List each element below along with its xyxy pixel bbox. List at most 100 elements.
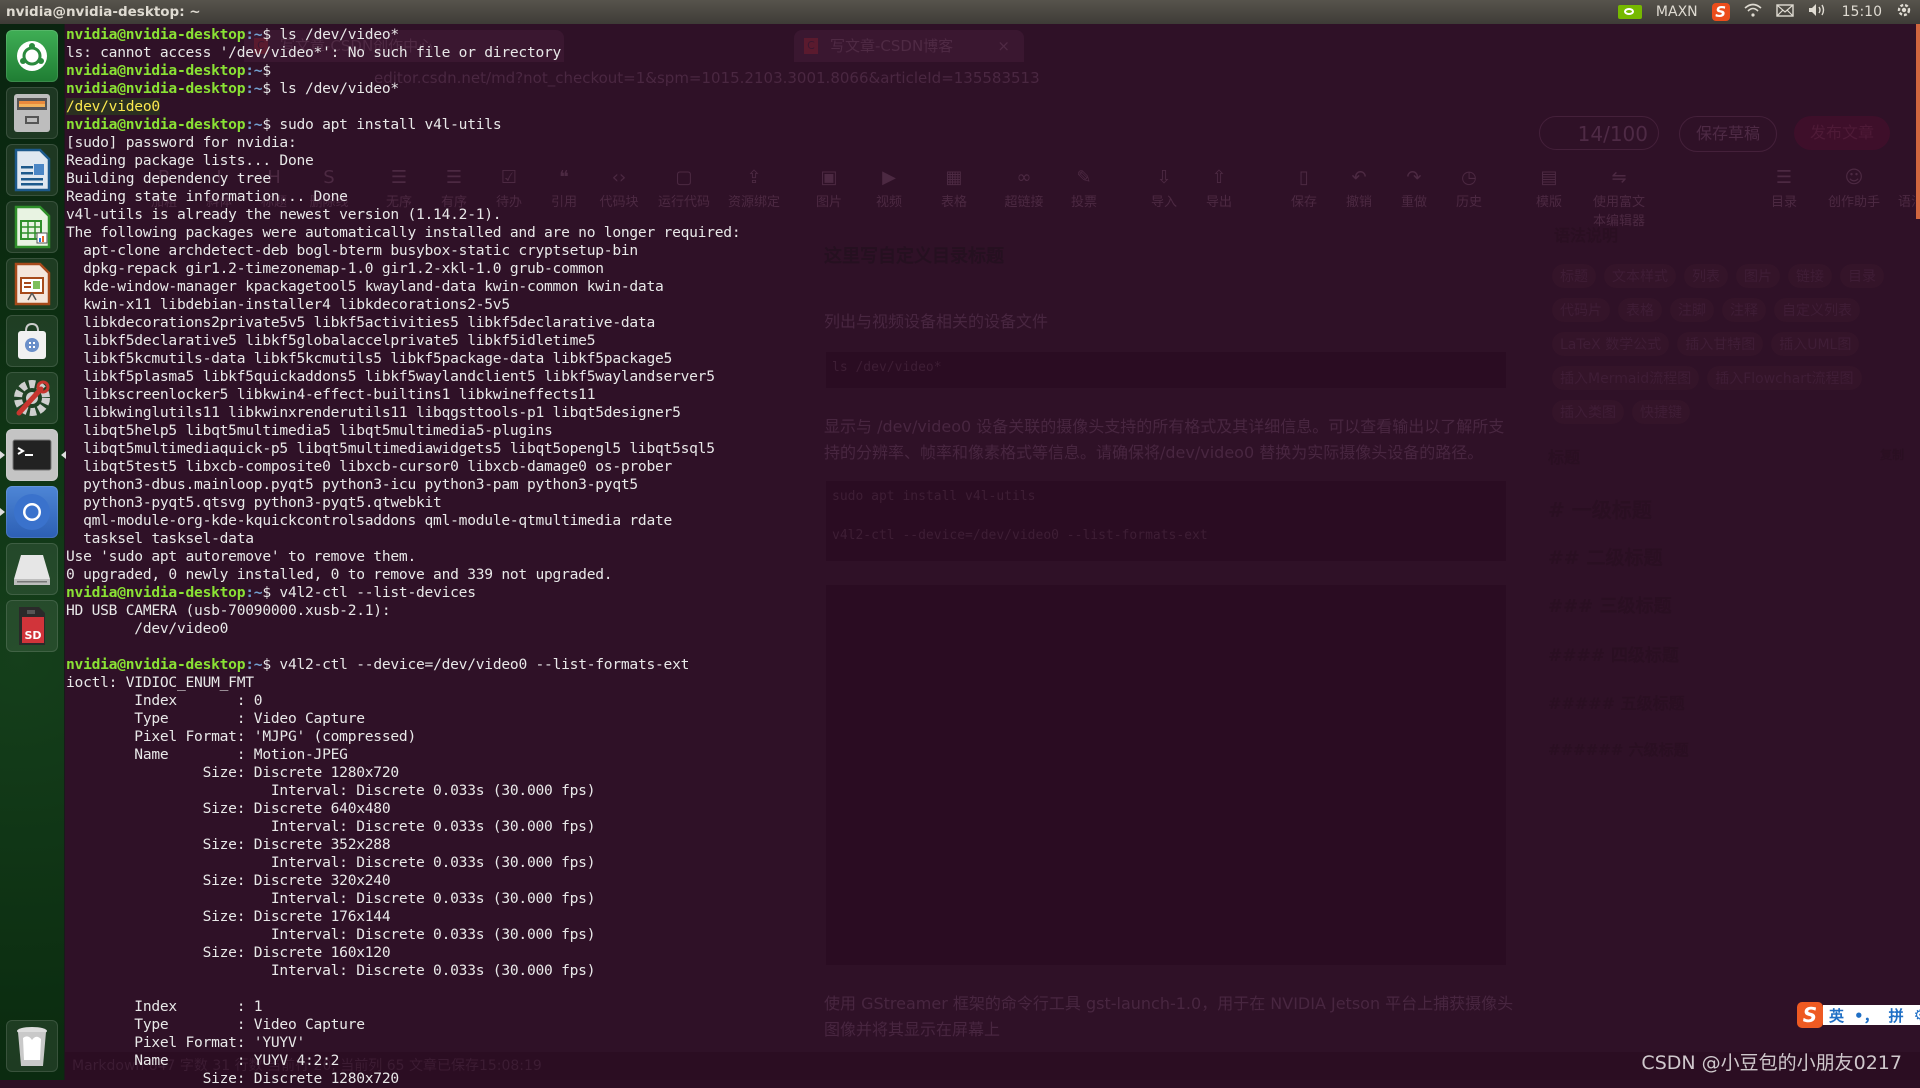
prompt-user: nvidia@nvidia-desktop (66, 80, 246, 97)
prompt-sign: $ (262, 80, 271, 97)
prompt-sign: $ (262, 62, 271, 79)
terminal-output-line: Index : 1 (66, 998, 263, 1015)
terminal-output-line: Index : 0 (66, 692, 263, 709)
terminal-output-line: Reading package lists... Done (66, 152, 314, 169)
prompt-sign: $ (262, 116, 271, 133)
sogou-logo-icon[interactable]: S (1797, 1002, 1823, 1028)
prompt-path: :~ (245, 584, 263, 601)
terminal-output-line: libkf5declarative5 libkf5globalaccelpriv… (66, 332, 596, 349)
software-center-icon[interactable] (6, 315, 58, 367)
prompt-user: nvidia@nvidia-desktop (66, 584, 246, 601)
terminal-output-line: 0 upgraded, 0 newly installed, 0 to remo… (66, 566, 613, 583)
terminal-output-line: /dev/video0 (66, 98, 1920, 116)
prompt-user: nvidia@nvidia-desktop (66, 116, 246, 133)
command-text: ls /dev/video* (270, 26, 399, 43)
system-tray: MAXN S 15:10 (1617, 0, 1912, 24)
ime-language-toggle[interactable]: 英 (1829, 1005, 1844, 1026)
terminal-prompt-line: nvidia@nvidia-desktop:~$ ls /dev/video* (66, 26, 1920, 44)
terminal-output-line: Reading state information... Done (66, 188, 348, 205)
mail-icon[interactable] (1775, 3, 1794, 21)
prompt-path: :~ (245, 80, 263, 97)
top-panel: nvidia@nvidia-desktop: ~ MAXN S 15:10 (0, 0, 1920, 24)
prompt-sign: $ (262, 584, 271, 601)
terminal-output-line: /dev/video0 (66, 620, 229, 637)
sogou-input-icon[interactable]: S (1711, 3, 1730, 21)
terminal-prompt-line: nvidia@nvidia-desktop:~$ v4l2-ctl --devi… (66, 656, 1920, 674)
svg-text:SD: SD (24, 629, 41, 642)
unity-launcher: SD (0, 24, 66, 1080)
removable-drive-icon[interactable] (6, 543, 58, 595)
terminal-output-line: python3-dbus.mainloop.pyqt5 python3-icu … (66, 476, 638, 493)
terminal-output-line: Use 'sudo apt autoremove' to remove them… (66, 548, 416, 565)
terminal-output-line: Type : Video Capture (66, 1016, 365, 1033)
terminal-output-line: Size: Discrete 352x288 (66, 836, 391, 853)
terminal-output-line: libkf5kcmutils-data libkf5kcmutils5 libk… (66, 350, 673, 367)
terminal-prompt-line: nvidia@nvidia-desktop:~$ ls /dev/video* (66, 80, 1920, 98)
terminal-output-line: Interval: Discrete 0.033s (30.000 fps) (66, 890, 596, 907)
terminal-output-line: tasksel tasksel-data (66, 530, 254, 547)
prompt-user: nvidia@nvidia-desktop (66, 62, 246, 79)
terminal-output-line: Size: Discrete 176x144 (66, 908, 391, 925)
prompt-path: :~ (245, 62, 263, 79)
focused-indicator (61, 451, 66, 459)
terminal-output-line: Pixel Format: 'MJPG' (compressed) (66, 728, 416, 745)
terminal-output-line: Interval: Discrete 0.033s (30.000 fps) (66, 818, 596, 835)
terminal-output-line: apt-clone archdetect-deb bogl-bterm busy… (66, 242, 638, 259)
prompt-path: :~ (245, 656, 263, 673)
libreoffice-impress-icon[interactable] (6, 258, 58, 310)
scrollbar-thumb[interactable] (1916, 24, 1920, 219)
terminal-output-line: The following packages were automaticall… (66, 224, 741, 241)
terminal-output-line: python3-pyqt5.qtsvg python3-pyqt5.qtwebk… (66, 494, 442, 511)
terminal-output-line: Size: Discrete 160x120 (66, 944, 391, 961)
libreoffice-calc-icon[interactable] (6, 201, 58, 253)
prompt-sign: $ (262, 26, 271, 43)
terminal-icon[interactable] (0, 429, 66, 481)
running-indicator (0, 508, 5, 516)
terminal-output-line: Building dependency tree (66, 170, 271, 187)
ime-pinyin-mode[interactable]: 拼 (1889, 1005, 1904, 1026)
terminal-output-line: libqt5multimediaquick-p5 libqt5multimedi… (66, 440, 715, 457)
power-mode-label[interactable]: MAXN (1656, 4, 1698, 20)
terminal-output-line: Size: Discrete 1280x720 (66, 764, 400, 781)
terminal-output-line: Interval: Discrete 0.033s (30.000 fps) (66, 926, 596, 943)
terminal-window[interactable]: nvidia@nvidia-desktop:~$ ls /dev/video* l… (66, 24, 1920, 1087)
command-text: v4l2-ctl --device=/dev/video0 --list-for… (270, 656, 690, 673)
terminal-prompt-line: nvidia@nvidia-desktop:~$ (66, 62, 1920, 80)
terminal-output-line: ioctl: VIDIOC_ENUM_FMT (66, 674, 254, 691)
sogou-ime-toolbar[interactable]: S 英 •， 拼 ⚙ (1797, 1002, 1920, 1028)
terminal-output-line: Interval: Discrete 0.033s (30.000 fps) (66, 854, 596, 871)
csdn-watermark: CSDN @小豆包的小朋友0217 (1641, 1052, 1902, 1074)
terminal-output-line: libkwinglutils11 libkwinxrenderutils11 l… (66, 404, 681, 421)
ime-status-bar[interactable]: 英 •， 拼 ⚙ (1823, 1005, 1920, 1025)
nvidia-icon[interactable] (1617, 5, 1642, 19)
prompt-path: :~ (245, 26, 263, 43)
prompt-user: nvidia@nvidia-desktop (66, 656, 246, 673)
terminal-output-line: qml-module-org-kde-kquickcontrolsaddons … (66, 512, 673, 529)
trash-icon[interactable] (6, 1020, 58, 1072)
ime-settings-icon[interactable]: ⚙ (1914, 1006, 1920, 1024)
terminal-output-line: libqt5help5 libqt5multimedia5 libqt5mult… (66, 422, 553, 439)
ime-punctuation-toggle[interactable]: •， (1854, 1005, 1879, 1026)
highlighted-output: /dev/video0 (66, 98, 160, 115)
sd-card-icon[interactable]: SD (6, 600, 58, 652)
terminal-output-line: Interval: Discrete 0.033s (30.000 fps) (66, 962, 596, 979)
terminal-output-line: v4l-utils is already the newest version … (66, 206, 502, 223)
window-title: nvidia@nvidia-desktop: ~ (6, 4, 201, 20)
terminal-output-line: libkf5plasma5 libkf5quickaddons5 libkf5w… (66, 368, 715, 385)
file-cabinet-icon[interactable] (6, 87, 58, 139)
clock[interactable]: 15:10 (1842, 4, 1882, 20)
libreoffice-writer-icon[interactable] (6, 144, 58, 196)
wifi-icon[interactable] (1744, 3, 1762, 21)
prompt-path: :~ (245, 116, 263, 133)
system-settings-icon[interactable] (6, 372, 58, 424)
terminal-output-line: Name : Motion-JPEG (66, 746, 348, 763)
chromium-icon[interactable] (0, 486, 58, 538)
volume-icon[interactable] (1808, 3, 1828, 21)
terminal-output-line: HD USB CAMERA (usb-70090000.xusb-2.1): (66, 602, 391, 619)
command-text: v4l2-ctl --list-devices (270, 584, 476, 601)
ubuntu-dash-icon[interactable] (6, 30, 58, 82)
terminal-output-line: kde-window-manager kpackagetool5 kwaylan… (66, 278, 664, 295)
terminal-output-line: Interval: Discrete 0.033s (30.000 fps) (66, 782, 596, 799)
power-gear-icon[interactable] (1896, 2, 1912, 22)
